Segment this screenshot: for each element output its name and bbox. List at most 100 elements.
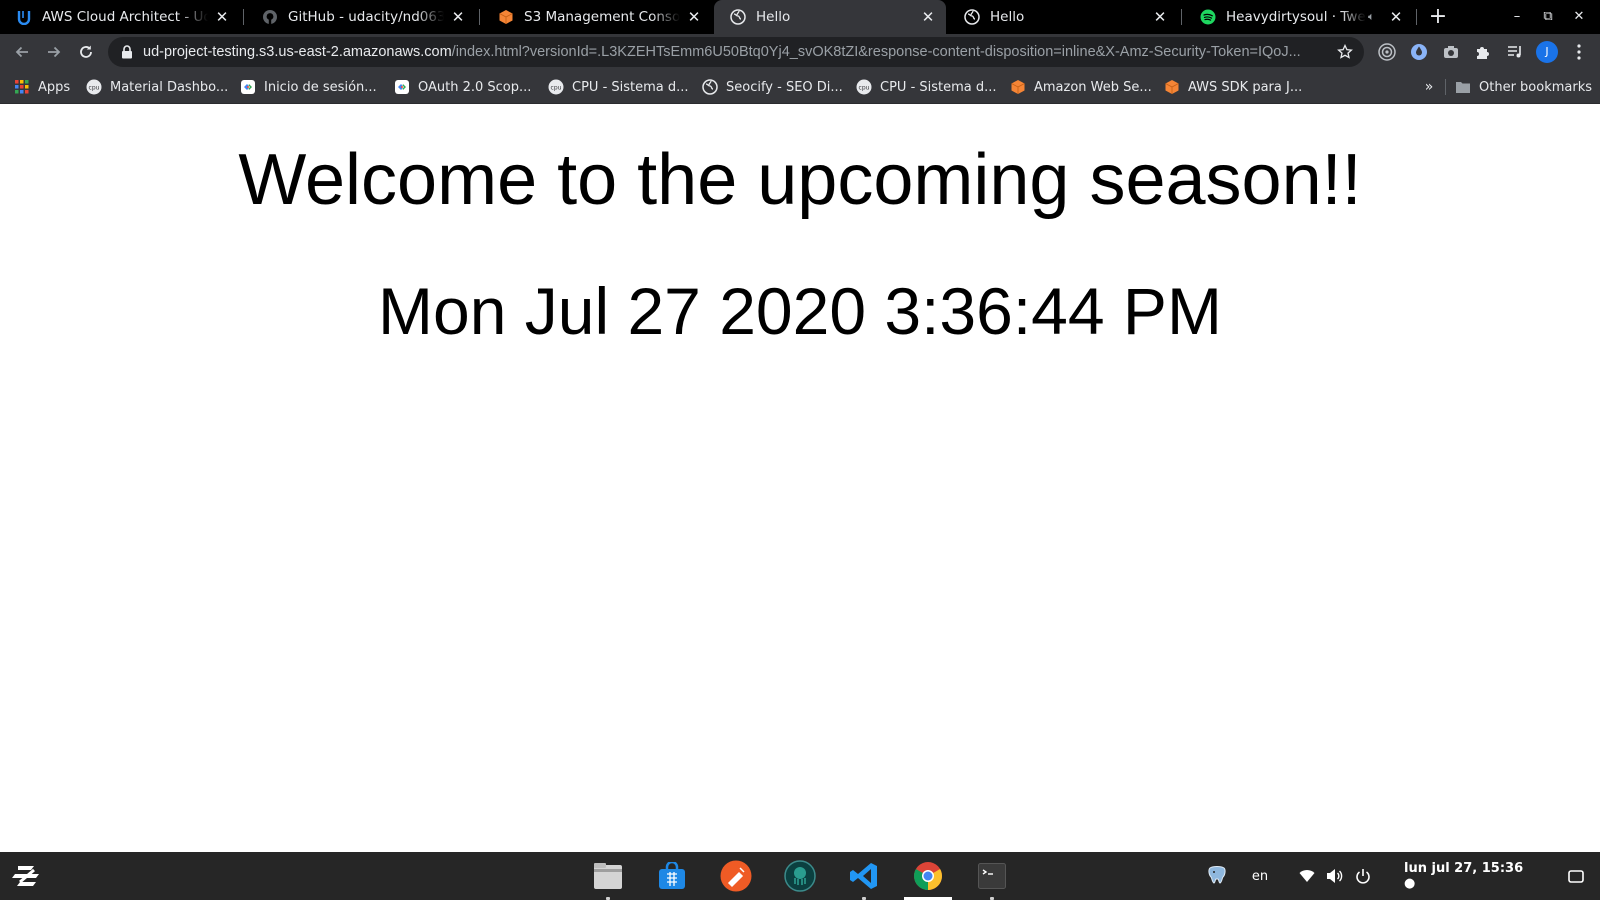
zorin-menu-icon[interactable] [12,862,42,890]
blue-drop-extension-icon[interactable] [1408,41,1430,63]
keyboard-language[interactable]: en [1244,852,1276,900]
page-viewport: Welcome to the upcoming season!! Mon Jul… [0,104,1600,852]
minimize-button[interactable]: – [1506,6,1528,28]
tab-title: S3 Management Console [524,9,680,25]
close-tab-icon[interactable]: ✕ [1388,9,1404,25]
bookmark-aws-sdk[interactable]: AWS SDK para J... [1164,70,1302,104]
postman-app-icon[interactable] [720,860,752,892]
profile-avatar[interactable]: J [1536,41,1558,63]
arrow-right-icon [48,46,61,58]
kebab-menu-icon[interactable] [1568,41,1590,63]
spotify-icon [1200,9,1216,25]
bookmark-label: CPU - Sistema d... [572,79,689,95]
other-bookmarks-label: Other bookmarks [1479,79,1593,95]
tab-title: Hello [990,9,1025,25]
bookmark-apps[interactable]: Apps [14,70,70,104]
bookmark-label: CPU - Sistema d... [880,79,997,95]
apps-grid-icon [14,79,30,95]
tab-separator [243,9,244,25]
bookmark-inicio-sesion[interactable]: Inicio de sesión... [240,70,377,104]
reload-button[interactable] [73,39,99,65]
tab-s3-console[interactable]: S3 Management Console ✕ [482,0,712,34]
bookmark-label: Apps [38,79,71,95]
bookmark-label: Inicio de sesión... [264,79,377,95]
forward-button[interactable] [41,39,67,65]
bookmark-amazon-web-services[interactable]: Amazon Web Se... [1010,70,1152,104]
tab-separator [479,9,480,25]
chrome-app-icon[interactable] [912,860,944,892]
bookmark-oauth-scopes[interactable]: OAuth 2.0 Scop... [394,70,531,104]
tab-hello[interactable]: Hello ✕ [948,0,1178,34]
wifi-icon[interactable] [1296,852,1318,900]
google-cloud-icon [394,79,410,95]
aws-cube-icon [1010,79,1026,95]
close-tab-icon[interactable]: ✕ [450,9,466,25]
tab-udacity[interactable]: AWS Cloud Architect - Udacity ✕ [0,0,240,34]
speaker-icon[interactable]: 🔈︎ [1368,10,1382,24]
tab-title: AWS Cloud Architect - Udacity [42,9,208,25]
camera-extension-icon[interactable] [1440,41,1462,63]
tab-separator [1416,9,1417,25]
bookmark-star-icon[interactable] [1336,43,1354,61]
url-text[interactable]: ud-project-testing.s3.us-east-2.amazonaw… [143,44,1328,60]
url-path: /index.html?versionId=.L3KZEHTsEmm6U50Bt… [451,44,1301,60]
bookmark-cpu-sistema[interactable]: cpu CPU - Sistema d... [548,70,689,104]
tab-separator [1181,9,1182,25]
globe-icon [702,79,718,95]
bookmark-label: Seocify - SEO Di... [726,79,843,95]
power-icon[interactable] [1352,852,1374,900]
tab-title: Hello [756,9,791,25]
cpu-icon: cpu [856,79,872,95]
tab-hello-active[interactable]: Hello ✕ [714,0,946,34]
arrow-left-icon [15,46,28,58]
bookmark-material-dashboard[interactable]: cpu Material Dashbo... [86,70,228,104]
close-tab-icon[interactable]: ✕ [686,9,702,25]
bookmark-seocify[interactable]: Seocify - SEO Di... [702,70,843,104]
svg-text:cpu: cpu [551,85,562,92]
files-app-icon[interactable] [592,860,624,892]
google-cloud-icon [240,79,256,95]
close-window-button[interactable]: ✕ [1568,6,1590,28]
terminal-app-icon[interactable] [976,860,1008,892]
tab-title: Heavydirtysoul · Twenty One Pilots [1226,9,1366,25]
software-store-icon[interactable] [656,860,688,892]
new-tab-button[interactable]: + [1425,4,1451,30]
globe-icon [730,9,746,25]
cpu-icon: cpu [86,79,102,95]
taskbar-clock[interactable]: lun jul 27, 15:36 ● [1404,852,1538,900]
target-extension-icon[interactable] [1376,41,1398,63]
notifications-icon[interactable] [1562,852,1590,900]
other-bookmarks[interactable]: Other bookmarks [1455,70,1592,104]
tab-spotify[interactable]: Heavydirtysoul · Twenty One Pilots 🔈︎ ✕ [1184,0,1414,34]
close-tab-icon[interactable]: ✕ [214,9,230,25]
bookmarks-separator [1445,79,1446,95]
postgres-elephant-icon[interactable] [1200,852,1234,900]
puzzle-extensions-icon[interactable] [1472,41,1494,63]
page-heading: Welcome to the upcoming season!! [238,140,1362,220]
os-taskbar: en lun jul 27, 15:36 ● [0,852,1600,900]
bookmark-label: Material Dashbo... [110,79,229,95]
reload-icon [80,45,92,58]
address-bar[interactable]: ud-project-testing.s3.us-east-2.amazonaw… [108,37,1364,67]
tab-github[interactable]: GitHub - udacity/nd063-c2-design-for-ava… [246,0,476,34]
back-button[interactable] [9,39,35,65]
volume-icon[interactable] [1324,852,1346,900]
media-queue-icon[interactable] [1504,41,1526,63]
cpu-icon: cpu [548,79,564,95]
gitkraken-app-icon[interactable] [784,860,816,892]
vscode-app-icon[interactable] [848,860,880,892]
tab-title: GitHub - udacity/nd063-c2-design-for-ava… [288,9,444,25]
globe-icon [964,9,980,25]
bookmark-label: OAuth 2.0 Scop... [418,79,532,95]
close-tab-icon[interactable]: ✕ [920,9,936,25]
aws-cube-icon [498,9,514,25]
bookmark-label: AWS SDK para J... [1188,79,1303,95]
github-icon [262,9,278,25]
bookmarks-overflow-chevron-icon[interactable]: » [1420,78,1438,96]
bookmark-label: Amazon Web Se... [1034,79,1152,95]
maximize-button[interactable]: ⧉ [1537,6,1559,28]
lock-icon[interactable] [120,45,134,59]
udacity-icon [16,9,32,25]
close-tab-icon[interactable]: ✕ [1152,9,1168,25]
bookmark-cpu-sistema-2[interactable]: cpu CPU - Sistema d... [856,70,997,104]
